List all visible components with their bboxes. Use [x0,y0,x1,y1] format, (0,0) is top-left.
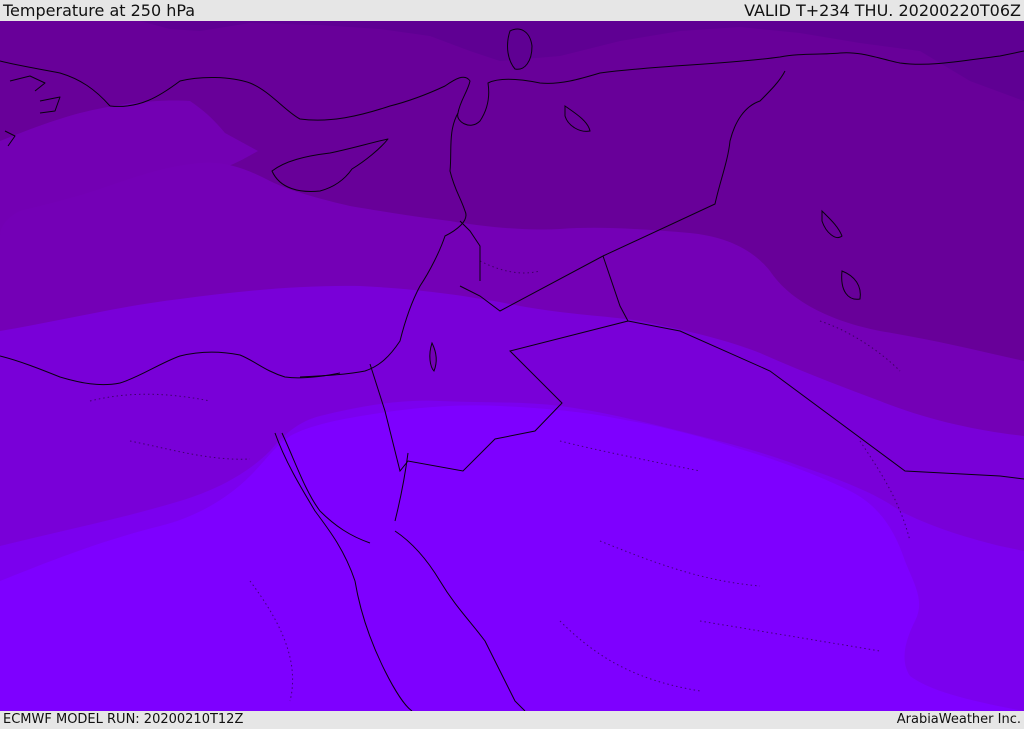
weather-map[interactable] [0,21,1024,711]
map-title: Temperature at 250 hPa [3,1,196,20]
valid-time: VALID T+234 THU. 20200220T06Z [744,1,1021,20]
model-run: ECMWF MODEL RUN: 20200210T12Z [3,712,244,727]
temperature-field [0,21,1024,711]
header-bar: Temperature at 250 hPa VALID T+234 THU. … [0,0,1024,21]
footer-bar: ECMWF MODEL RUN: 20200210T12Z ArabiaWeat… [0,711,1024,729]
credit: ArabiaWeather Inc. [896,712,1021,727]
